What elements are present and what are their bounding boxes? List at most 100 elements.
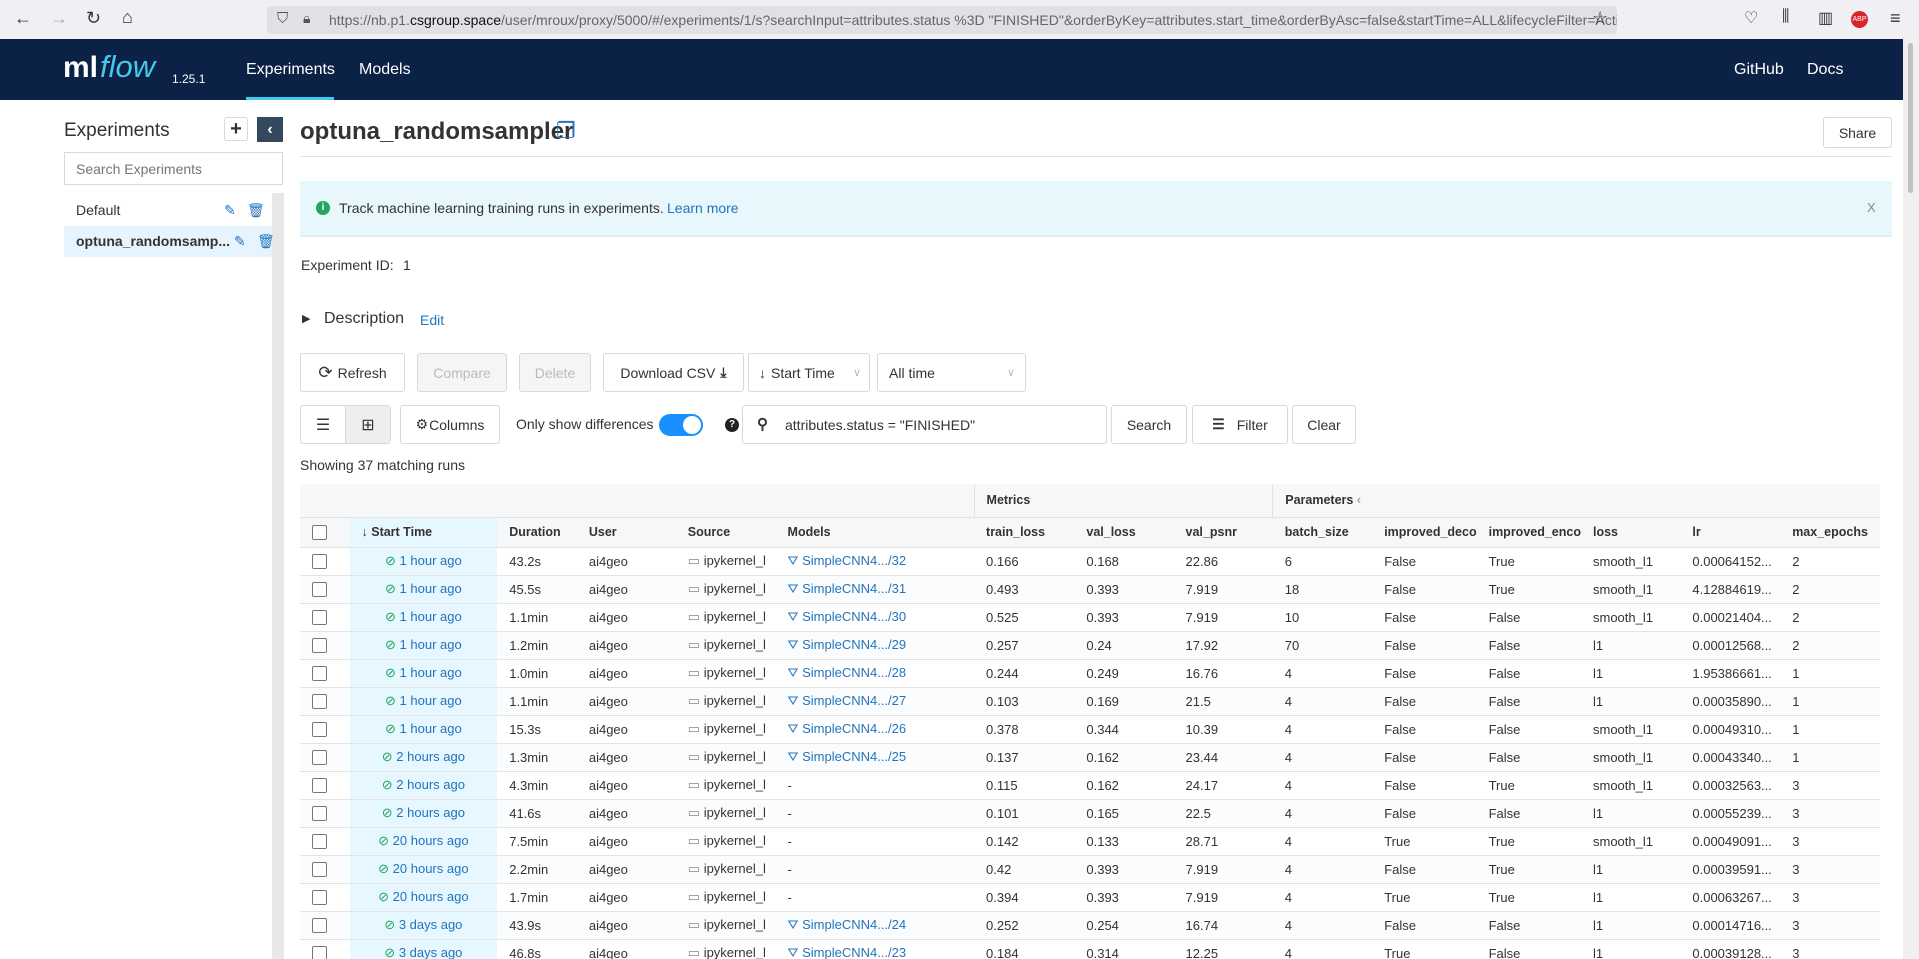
column-header[interactable]: Models <box>775 517 975 548</box>
cell-start-time[interactable]: ⊘ 1 hour ago <box>349 659 498 688</box>
table-row[interactable]: ⊘ 1 hour ago 1.1min ai4geo ▭ ipykernel_l ⛛ S… <box>300 687 1880 716</box>
run-start-time-link[interactable]: 3 days ago <box>399 917 463 932</box>
library-icon[interactable]: ⫼ <box>1782 8 1789 26</box>
column-header[interactable]: train_loss <box>974 517 1075 548</box>
table-view-button[interactable]: ⊞ <box>345 406 390 443</box>
trash-icon[interactable]: 🗑︎ <box>247 196 265 224</box>
list-view-button[interactable]: ☰ <box>301 406 345 443</box>
row-checkbox[interactable] <box>312 638 327 654</box>
edit-icon[interactable]: ✎ <box>224 196 236 224</box>
row-checkbox[interactable] <box>312 778 327 794</box>
model-link[interactable]: SimpleCNN4.../24 <box>802 917 906 932</box>
row-checkbox[interactable] <box>312 722 327 738</box>
cell-start-time[interactable]: ⊘ 20 hours ago <box>349 827 498 856</box>
row-checkbox[interactable] <box>312 834 327 850</box>
model-link[interactable]: SimpleCNN4.../26 <box>802 721 906 736</box>
column-header[interactable]: Duration <box>497 517 577 548</box>
group-parameters[interactable]: Parameters ‹ <box>1272 484 1880 518</box>
column-header[interactable]: ↓ Start Time <box>349 517 498 548</box>
add-experiment-button[interactable]: + <box>224 117 248 141</box>
lock-icon[interactable]: 🔒︎ <box>303 10 310 27</box>
row-checkbox[interactable] <box>312 694 327 710</box>
row-checkbox[interactable] <box>312 750 327 766</box>
filter-button[interactable]: ☰ Filter <box>1192 405 1288 444</box>
run-start-time-link[interactable]: 1 hour ago <box>400 581 462 596</box>
forward-icon[interactable]: → <box>50 8 68 29</box>
cell-start-time[interactable]: ⊘ 3 days ago <box>349 939 498 959</box>
run-start-time-link[interactable]: 1 hour ago <box>400 609 462 624</box>
share-button[interactable]: Share <box>1823 117 1892 148</box>
cell-start-time[interactable]: ⊘ 20 hours ago <box>349 855 498 884</box>
table-row[interactable]: ⊘ 2 hours ago 1.3min ai4geo ▭ ipykernel_l ⛛ … <box>300 743 1880 772</box>
edit-icon[interactable]: ✎ <box>234 226 246 257</box>
search-button[interactable]: Search <box>1111 405 1187 444</box>
table-row[interactable]: ⊘ 1 hour ago 1.2min ai4geo ▭ ipykernel_l ⛛ S… <box>300 631 1880 660</box>
run-start-time-link[interactable]: 3 days ago <box>399 945 463 959</box>
run-start-time-link[interactable]: 20 hours ago <box>393 833 469 848</box>
row-checkbox[interactable] <box>312 806 327 822</box>
model-link[interactable]: SimpleCNN4.../28 <box>802 665 906 680</box>
column-header[interactable]: improved_deco <box>1372 517 1477 548</box>
column-header[interactable]: val_loss <box>1074 517 1174 548</box>
nav-link-docs[interactable]: Docs <box>1807 61 1843 79</box>
table-row[interactable]: ⊘ 20 hours ago 7.5min ai4geo ▭ ipykernel_l -… <box>300 827 1880 856</box>
cell-start-time[interactable]: ⊘ 2 hours ago <box>349 743 498 772</box>
row-checkbox[interactable] <box>312 610 327 626</box>
table-row[interactable]: ⊘ 20 hours ago 1.7min ai4geo ▭ ipykernel_l -… <box>300 883 1880 912</box>
run-start-time-link[interactable]: 1 hour ago <box>400 721 462 736</box>
row-checkbox[interactable] <box>312 666 327 682</box>
run-start-time-link[interactable]: 1 hour ago <box>400 665 462 680</box>
edit-description-link[interactable]: Edit <box>420 312 444 328</box>
column-header[interactable]: lr <box>1680 517 1781 548</box>
sidebar-scrollbar[interactable] <box>272 193 284 959</box>
compare-button[interactable]: Compare <box>417 353 507 392</box>
cell-start-time[interactable]: ⊘ 1 hour ago <box>349 547 498 576</box>
collapse-sidebar-button[interactable]: ‹ <box>257 117 283 142</box>
sidebar-item-default[interactable]: Default ✎ 🗑︎ <box>64 196 272 224</box>
row-checkbox[interactable] <box>312 946 327 959</box>
model-link[interactable]: SimpleCNN4.../23 <box>802 945 906 959</box>
model-link[interactable]: SimpleCNN4.../32 <box>802 553 906 568</box>
columns-button[interactable]: ⚙ Columns <box>400 405 500 444</box>
table-row[interactable]: ⊘ 1 hour ago 43.2s ai4geo ▭ ipykernel_l ⛛ Si… <box>300 547 1880 576</box>
caret-right-icon[interactable]: ▶ <box>302 312 310 325</box>
model-link[interactable]: SimpleCNN4.../31 <box>802 581 906 596</box>
table-row[interactable]: ⊘ 20 hours ago 2.2min ai4geo ▭ ipykernel_l -… <box>300 855 1880 884</box>
cell-start-time[interactable]: ⊘ 1 hour ago <box>349 575 498 604</box>
table-row[interactable]: ⊘ 2 hours ago 41.6s ai4geo ▭ ipykernel_l -0.… <box>300 799 1880 828</box>
copy-icon[interactable]: ❐ <box>556 118 576 144</box>
sidebar-item-optuna[interactable]: optuna_randomsamp... ✎ 🗑︎ <box>64 226 275 257</box>
table-row[interactable]: ⊘ 1 hour ago 15.3s ai4geo ▭ ipykernel_l ⛛ Si… <box>300 715 1880 744</box>
select-all-checkbox[interactable] <box>312 524 327 540</box>
column-header[interactable]: val_psnr <box>1173 517 1273 548</box>
run-start-time-link[interactable]: 1 hour ago <box>400 637 462 652</box>
run-start-time-link[interactable]: 1 hour ago <box>400 693 462 708</box>
column-header[interactable]: max_epochs <box>1780 517 1880 548</box>
table-row[interactable]: ⊘ 2 hours ago 4.3min ai4geo ▭ ipykernel_l -0… <box>300 771 1880 800</box>
nav-tab-experiments[interactable]: Experiments <box>246 61 335 79</box>
delete-button[interactable]: Delete <box>519 353 591 392</box>
cell-start-time[interactable]: ⊘ 2 hours ago <box>349 771 498 800</box>
row-checkbox[interactable] <box>312 918 327 934</box>
model-link[interactable]: SimpleCNN4.../27 <box>802 693 906 708</box>
reload-icon[interactable]: ↻ <box>86 8 101 29</box>
cell-start-time[interactable]: ⊘ 1 hour ago <box>349 687 498 716</box>
table-row[interactable]: ⊘ 3 days ago 46.8s ai4geo ▭ ipykernel_l ⛛ Si… <box>300 939 1880 959</box>
table-row[interactable]: ⊘ 3 days ago 43.9s ai4geo ▭ ipykernel_l ⛛ Si… <box>300 911 1880 940</box>
run-start-time-link[interactable]: 2 hours ago <box>396 749 465 764</box>
trash-icon[interactable]: 🗑︎ <box>257 226 275 257</box>
nav-tab-models[interactable]: Models <box>359 61 411 79</box>
page-scrollbar[interactable] <box>1903 39 1919 959</box>
row-checkbox[interactable] <box>312 862 327 878</box>
sidebar-toggle-icon[interactable]: ▥ <box>1818 8 1833 28</box>
cell-start-time[interactable]: ⊘ 1 hour ago <box>349 631 498 660</box>
table-row[interactable]: ⊘ 1 hour ago 1.0min ai4geo ▭ ipykernel_l ⛛ S… <box>300 659 1880 688</box>
column-header[interactable]: Source <box>675 517 776 548</box>
menu-icon[interactable]: ≡ <box>1890 8 1901 29</box>
refresh-button[interactable]: ⟳ Refresh <box>300 353 405 392</box>
nav-link-github[interactable]: GitHub <box>1734 61 1784 79</box>
cell-start-time[interactable]: ⊘ 1 hour ago <box>349 715 498 744</box>
clear-button[interactable]: Clear <box>1292 405 1356 444</box>
cell-start-time[interactable]: ⊘ 2 hours ago <box>349 799 498 828</box>
close-banner-button[interactable]: X <box>1867 200 1876 215</box>
